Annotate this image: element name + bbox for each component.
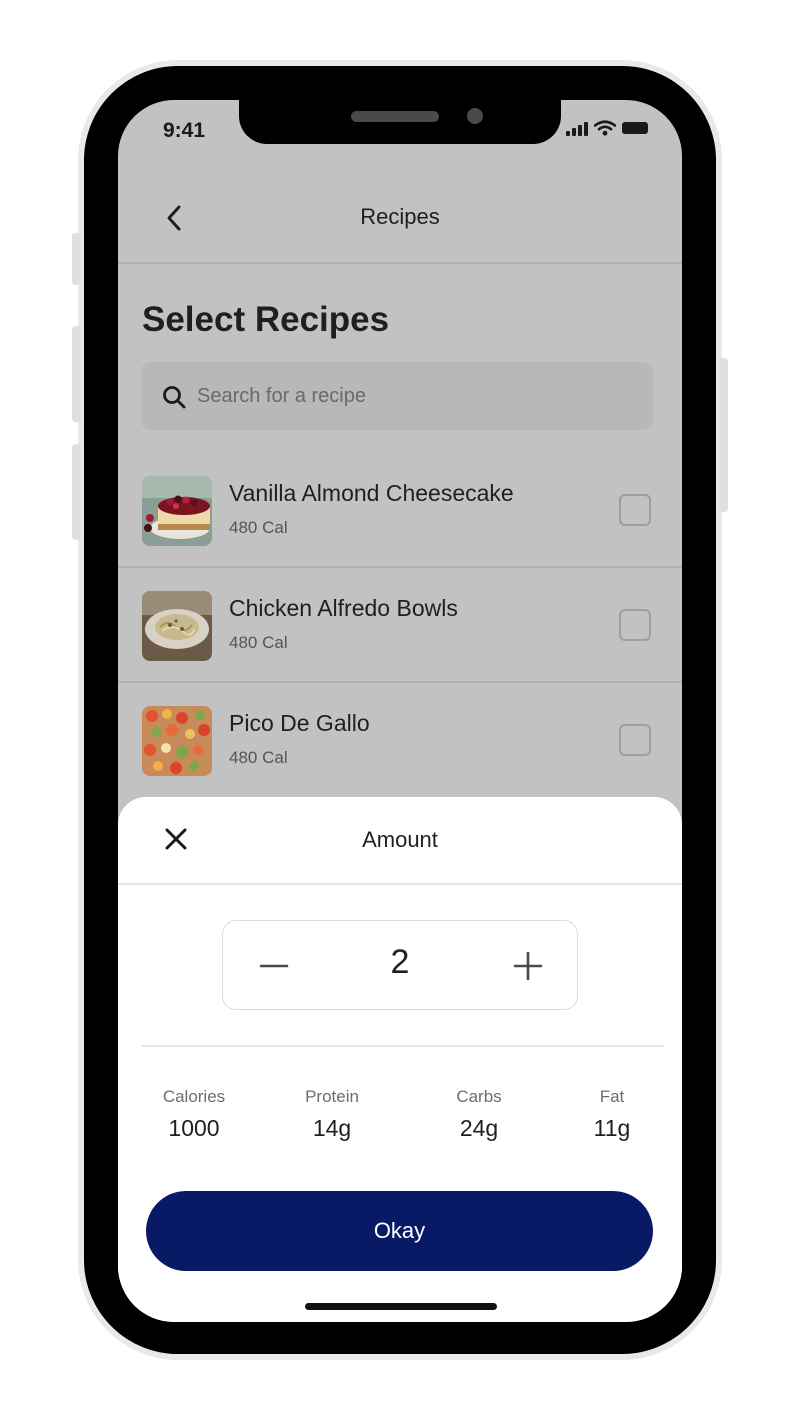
recipe-item-chicken-alfredo[interactable]: Chicken Alfredo Bowls 480 Cal xyxy=(118,591,682,706)
recipe-calories: 480 Cal xyxy=(229,518,288,537)
volume-up-button xyxy=(72,326,81,422)
macro-carbs: Carbs 24g xyxy=(419,1087,539,1142)
recipe-checkbox[interactable] xyxy=(619,724,651,756)
macro-label: Fat xyxy=(599,1087,625,1106)
macro-value: 24g xyxy=(459,1115,499,1141)
macro-label: Protein xyxy=(305,1087,359,1106)
macro-protein: Protein 14g xyxy=(272,1087,392,1142)
nav-divider xyxy=(118,262,682,264)
macro-divider xyxy=(142,1045,664,1047)
recipe-name: Chicken Alfredo Bowls xyxy=(229,595,458,621)
recipe-name: Pico De Gallo xyxy=(229,710,370,736)
okay-button[interactable]: Okay xyxy=(146,1191,653,1271)
recipe-calories: 480 Cal xyxy=(229,748,288,767)
screen: 9:41 Recipes Select Recipes Search for a… xyxy=(118,100,682,1322)
row-divider xyxy=(118,566,682,568)
mute-switch xyxy=(72,233,81,285)
recipe-thumbnail-pico-de-gallo xyxy=(142,706,212,776)
recipe-thumbnail-chicken-alfredo xyxy=(142,591,212,661)
notch xyxy=(239,100,561,144)
amount-bottom-sheet: Amount 2 Calories 1000 Protein 14g Carbs… xyxy=(118,797,682,1322)
plus-icon[interactable] xyxy=(507,945,549,987)
search-bar[interactable] xyxy=(141,362,653,430)
home-indicator xyxy=(305,1303,497,1310)
recipe-thumbnail-cheesecake xyxy=(142,476,212,546)
battery-icon xyxy=(622,122,648,134)
macro-calories: Calories 1000 xyxy=(134,1087,254,1142)
search-icon xyxy=(163,386,186,409)
amount-stepper: 2 xyxy=(222,920,578,1010)
row-divider xyxy=(118,681,682,683)
speaker xyxy=(351,111,439,122)
status-time: 9:41 xyxy=(163,119,206,142)
macro-value: 1000 xyxy=(168,1115,220,1141)
search-input[interactable] xyxy=(197,380,627,412)
power-button xyxy=(719,358,728,512)
front-camera xyxy=(467,108,483,124)
macro-value: 14g xyxy=(312,1115,352,1141)
signal-icon xyxy=(566,120,588,136)
macro-label: Calories xyxy=(162,1087,226,1106)
status-icons xyxy=(566,120,648,136)
recipe-checkbox[interactable] xyxy=(619,494,651,526)
recipe-name: Vanilla Almond Cheesecake xyxy=(229,480,514,506)
macro-label: Carbs xyxy=(456,1087,502,1106)
macro-fat: Fat 11g xyxy=(552,1087,672,1142)
recipe-item-cheesecake[interactable]: Vanilla Almond Cheesecake 480 Cal xyxy=(118,476,682,591)
macro-value: 11g xyxy=(593,1115,631,1141)
sheet-divider xyxy=(118,883,682,885)
sheet-title: Amount xyxy=(362,827,438,852)
page-title: Select Recipes xyxy=(142,300,390,339)
nav-title: Recipes xyxy=(360,204,440,229)
recipe-checkbox[interactable] xyxy=(619,609,651,641)
recipe-calories: 480 Cal xyxy=(229,633,288,652)
wifi-icon xyxy=(594,120,616,136)
volume-down-button xyxy=(72,444,81,540)
